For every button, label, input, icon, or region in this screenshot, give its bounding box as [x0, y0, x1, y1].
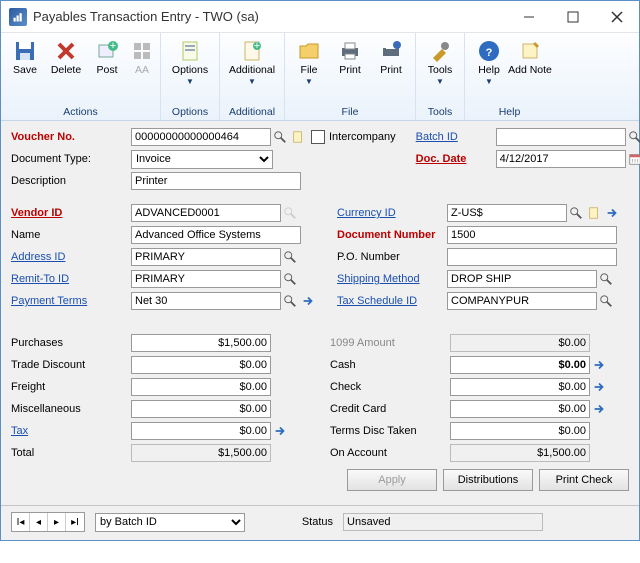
expansion-icon[interactable] — [590, 356, 608, 374]
address-input[interactable] — [131, 248, 281, 266]
1099-output — [450, 334, 590, 352]
expansion-icon[interactable] — [590, 378, 608, 396]
note-icon[interactable] — [289, 128, 307, 146]
svg-text:+: + — [110, 40, 116, 52]
lookup-icon[interactable] — [597, 270, 615, 288]
docnum-label: Document Number — [337, 229, 447, 241]
docdate-label[interactable]: Doc. Date — [416, 153, 496, 165]
description-input[interactable] — [131, 172, 301, 190]
expansion-icon[interactable] — [299, 292, 317, 310]
batchid-label[interactable]: Batch ID — [416, 131, 496, 143]
vendor-label[interactable]: Vendor ID — [11, 207, 131, 219]
payterms-label[interactable]: Payment Terms — [11, 295, 131, 307]
distributions-button[interactable]: Distributions — [443, 469, 533, 491]
print-check-button[interactable]: Print Check — [539, 469, 629, 491]
intercompany-checkbox[interactable] — [311, 130, 325, 144]
docdate-input[interactable] — [496, 150, 626, 168]
cash-input[interactable] — [450, 356, 590, 374]
statusbar: I◂ ◂ ▸ ▸I by Batch ID Status — [1, 505, 639, 540]
purchases-input[interactable] — [131, 334, 271, 352]
chevron-down-icon: ▼ — [485, 77, 493, 86]
lookup-icon[interactable] — [281, 270, 299, 288]
tax-input[interactable] — [131, 422, 271, 440]
misc-input[interactable] — [131, 400, 271, 418]
lookup-icon[interactable] — [281, 292, 299, 310]
chevron-down-icon: ▼ — [436, 77, 444, 86]
terms-input[interactable] — [450, 422, 590, 440]
maximize-button[interactable] — [551, 1, 595, 33]
total-output — [131, 444, 271, 462]
status-output — [343, 513, 543, 531]
description-label: Description — [11, 175, 131, 187]
app-icon — [9, 8, 27, 26]
doctype-label: Document Type: — [11, 153, 131, 165]
status-label: Status — [302, 516, 333, 528]
apply-button[interactable]: Apply — [347, 469, 437, 491]
voucher-label: Voucher No. — [11, 131, 131, 143]
window-title: Payables Transaction Entry - TWO (sa) — [33, 9, 507, 24]
chevron-down-icon: ▼ — [305, 77, 313, 86]
expansion-icon[interactable] — [271, 422, 289, 440]
shipping-input[interactable] — [447, 270, 597, 288]
close-button[interactable] — [595, 1, 639, 33]
titlebar: Payables Transaction Entry - TWO (sa) — [1, 1, 639, 33]
record-navigator[interactable]: I◂ ◂ ▸ ▸I — [11, 512, 85, 532]
payterms-input[interactable] — [131, 292, 281, 310]
lookup-icon[interactable] — [281, 248, 299, 266]
vendor-input[interactable] — [131, 204, 281, 222]
tradedisc-input[interactable] — [131, 356, 271, 374]
ribbon: Save Delete +Post AA Actions Options▼ Op… — [1, 33, 639, 121]
note-icon[interactable] — [585, 204, 603, 222]
batchid-input[interactable] — [496, 128, 626, 146]
docnum-input[interactable] — [447, 226, 617, 244]
currency-label[interactable]: Currency ID — [337, 207, 447, 219]
expansion-icon[interactable] — [590, 400, 608, 418]
doctype-select[interactable]: Invoice — [131, 150, 273, 169]
remit-input[interactable] — [131, 270, 281, 288]
taxsched-label[interactable]: Tax Schedule ID — [337, 295, 447, 307]
svg-text:?: ? — [486, 47, 493, 59]
check-input[interactable] — [450, 378, 590, 396]
nav-first-icon[interactable]: I◂ — [12, 513, 30, 531]
lookup-icon[interactable] — [271, 128, 289, 146]
form-body: Voucher No. Intercompany Document Type: … — [1, 121, 639, 505]
address-label[interactable]: Address ID — [11, 251, 131, 263]
voucher-input[interactable] — [131, 128, 271, 146]
nav-prev-icon[interactable]: ◂ — [30, 513, 48, 531]
svg-text:+: + — [254, 40, 260, 52]
nav-next-icon[interactable]: ▸ — [48, 513, 66, 531]
intercompany-label: Intercompany — [329, 131, 396, 143]
freight-input[interactable] — [131, 378, 271, 396]
tax-label[interactable]: Tax — [11, 425, 131, 437]
lookup-icon — [281, 204, 299, 222]
chevron-down-icon: ▼ — [248, 77, 256, 86]
app-window: Payables Transaction Entry - TWO (sa) Sa… — [0, 0, 640, 541]
lookup-icon[interactable] — [597, 292, 615, 310]
name-input[interactable] — [131, 226, 301, 244]
remit-label[interactable]: Remit-To ID — [11, 273, 131, 285]
shipping-label[interactable]: Shipping Method — [337, 273, 447, 285]
minimize-button[interactable] — [507, 1, 551, 33]
taxsched-input[interactable] — [447, 292, 597, 310]
onaccount-output — [450, 444, 590, 462]
nav-last-icon[interactable]: ▸I — [66, 513, 84, 531]
cc-input[interactable] — [450, 400, 590, 418]
currency-input[interactable] — [447, 204, 567, 222]
ponum-input[interactable] — [447, 248, 617, 266]
nav-mode-select[interactable]: by Batch ID — [95, 513, 245, 532]
chevron-down-icon: ▼ — [186, 77, 194, 86]
lookup-icon[interactable] — [626, 128, 640, 146]
add-note-button[interactable]: Add Note — [510, 37, 550, 104]
lookup-icon[interactable] — [567, 204, 585, 222]
expansion-icon[interactable] — [603, 204, 621, 222]
group-actions-label: Actions — [63, 104, 97, 120]
calendar-icon[interactable] — [626, 150, 640, 168]
